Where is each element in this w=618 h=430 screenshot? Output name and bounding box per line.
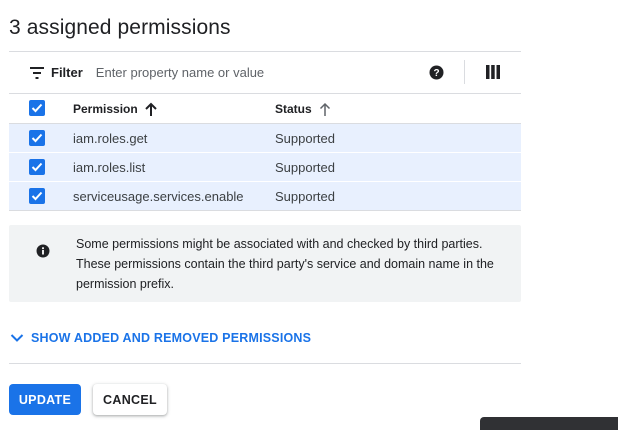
filter-label: Filter bbox=[51, 65, 83, 80]
status-cell: Supported bbox=[275, 159, 335, 175]
table-row[interactable]: iam.roles.list Supported bbox=[9, 153, 521, 182]
sort-icon bbox=[319, 102, 331, 116]
page-title: 3 assigned permissions bbox=[9, 16, 231, 39]
expander-label: SHOW ADDED AND REMOVED PERMISSIONS bbox=[31, 331, 312, 345]
snackbar-edge bbox=[480, 417, 618, 430]
sort-ascending-icon bbox=[144, 102, 157, 116]
column-header-permission[interactable]: Permission bbox=[73, 102, 157, 116]
column-header-status[interactable]: Status bbox=[275, 102, 331, 116]
info-message: Some permissions might be associated wit… bbox=[76, 237, 494, 291]
table-row[interactable]: iam.roles.get Supported bbox=[9, 124, 521, 153]
permissions-panel: Filter ? Permission Status bbox=[9, 51, 521, 211]
update-button[interactable]: UPDATE bbox=[9, 384, 81, 415]
filter-input[interactable] bbox=[95, 65, 396, 80]
view-columns-icon[interactable] bbox=[486, 65, 500, 79]
help-icon[interactable]: ? bbox=[428, 64, 445, 81]
status-cell: Supported bbox=[275, 188, 335, 204]
table-body: iam.roles.get Supported iam.roles.list S… bbox=[9, 124, 521, 211]
column-header-permission-label: Permission bbox=[73, 101, 138, 116]
chevron-down-icon bbox=[9, 330, 25, 346]
section-divider bbox=[9, 363, 521, 364]
permission-cell: iam.roles.list bbox=[73, 159, 146, 175]
status-cell: Supported bbox=[275, 130, 335, 146]
svg-text:?: ? bbox=[433, 68, 439, 79]
permission-cell: iam.roles.get bbox=[73, 130, 148, 146]
table-header: Permission Status bbox=[9, 94, 521, 124]
row-checkbox[interactable] bbox=[29, 130, 45, 146]
show-added-removed-permissions-toggle[interactable]: SHOW ADDED AND REMOVED PERMISSIONS bbox=[9, 330, 311, 346]
column-header-status-label: Status bbox=[275, 101, 312, 116]
permission-cell: serviceusage.services.enable bbox=[73, 188, 244, 204]
cancel-button[interactable]: CANCEL bbox=[93, 384, 167, 415]
filter-list-icon[interactable] bbox=[29, 65, 45, 81]
row-checkbox[interactable] bbox=[29, 188, 45, 204]
third-party-info-box: Some permissions might be associated wit… bbox=[9, 225, 521, 302]
toolbar-divider bbox=[464, 60, 465, 84]
info-icon bbox=[36, 244, 50, 258]
row-checkbox[interactable] bbox=[29, 159, 45, 175]
table-row[interactable]: serviceusage.services.enable Supported bbox=[9, 182, 521, 211]
filter-bar: Filter ? bbox=[9, 52, 521, 94]
select-all-checkbox[interactable] bbox=[29, 100, 45, 116]
